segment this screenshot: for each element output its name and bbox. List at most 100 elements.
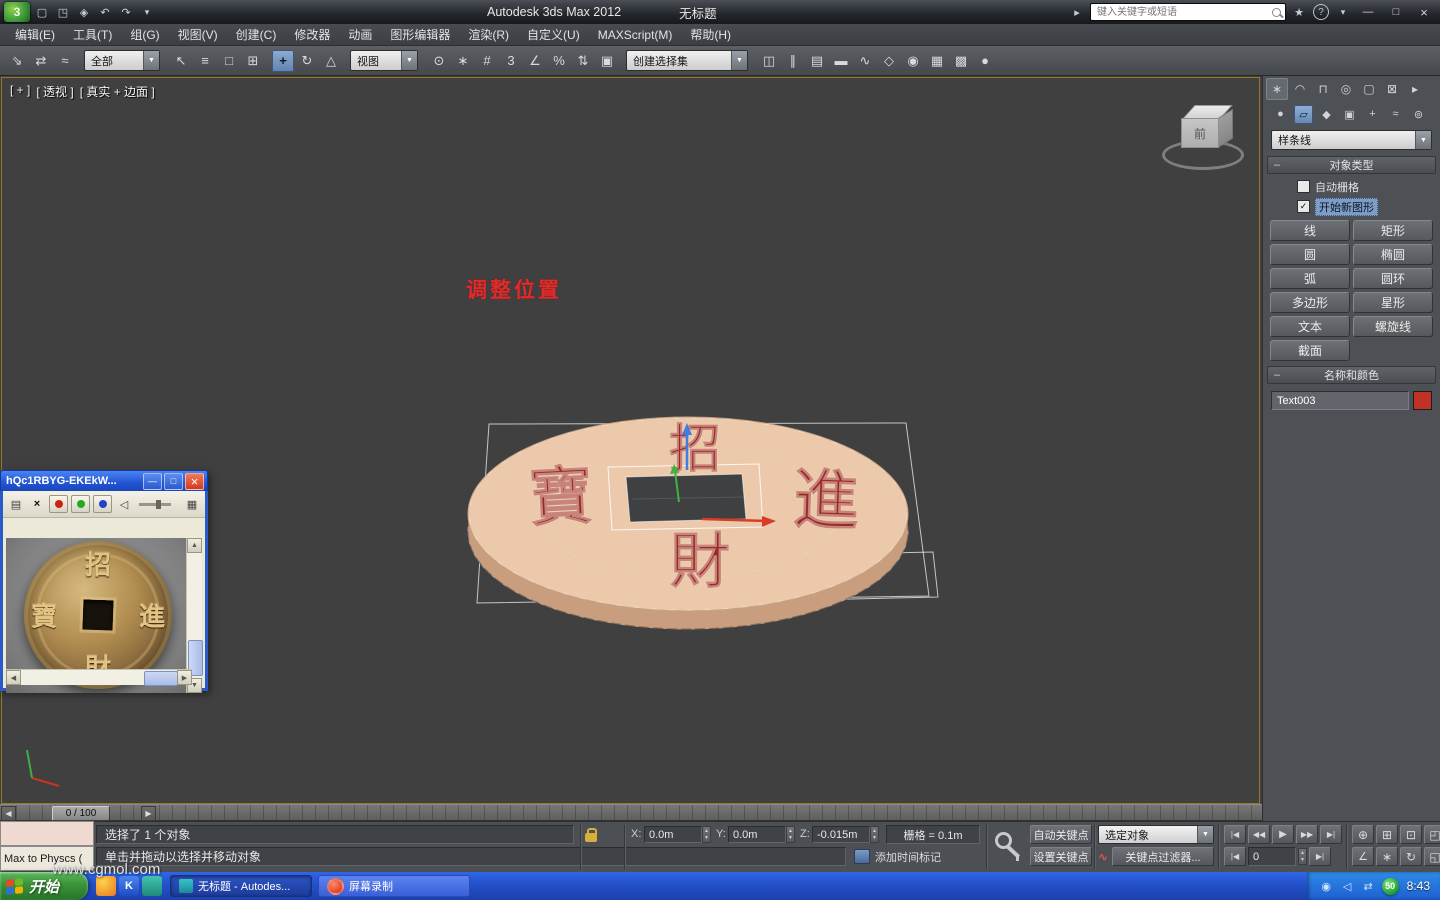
select-link-icon[interactable]: ⇘ xyxy=(6,50,28,72)
geometry-category-icon[interactable]: ● xyxy=(1271,105,1290,124)
close-button[interactable] xyxy=(1412,3,1436,21)
perspective-viewport[interactable]: 招 寶 進 財 [ + ] [ 透视 ] [ 真实 + 边面 ] 调整位置 前 xyxy=(1,77,1260,804)
lights-category-icon[interactable]: ◆ xyxy=(1317,105,1336,124)
menu-item[interactable]: 修改器 xyxy=(285,24,339,46)
undo-icon[interactable] xyxy=(96,3,114,21)
menu-item[interactable]: 组(G) xyxy=(121,24,168,46)
next-key-icon[interactable] xyxy=(1296,825,1318,844)
expand-panel-icon[interactable]: ▸ xyxy=(1404,78,1426,100)
select-by-name-icon[interactable]: ≡ xyxy=(194,50,216,72)
taskbar-task-screen-recorder[interactable]: 屏幕录制 xyxy=(318,875,470,897)
use-pivot-center-icon[interactable]: ⊙ xyxy=(428,50,450,72)
edit-named-sets-icon[interactable]: ▣ xyxy=(596,50,618,72)
tray-clock[interactable]: 8:43 xyxy=(1407,879,1430,893)
previous-frame-button[interactable] xyxy=(1224,847,1246,866)
spacewarps-category-icon[interactable]: ≈ xyxy=(1386,105,1405,124)
redo-icon[interactable] xyxy=(117,3,135,21)
display-tab-icon[interactable]: ▢ xyxy=(1358,78,1380,100)
current-frame-field[interactable]: 0 xyxy=(1248,847,1296,866)
viewport-scene[interactable]: 招 寶 進 財 xyxy=(2,78,1259,803)
quick-access-dropdown-icon[interactable] xyxy=(138,3,156,21)
material-editor-icon[interactable]: ◉ xyxy=(902,50,924,72)
spinner-snap-icon[interactable]: ⇅ xyxy=(572,50,594,72)
object-category-dropdown[interactable]: 样条线 xyxy=(1271,130,1432,150)
curve-editor-icon[interactable]: ∿ xyxy=(854,50,876,72)
shape-button[interactable]: 截面 xyxy=(1270,340,1350,361)
tray-volume-icon[interactable]: ◁ xyxy=(1340,879,1355,894)
player-minimize-button[interactable] xyxy=(143,472,162,490)
previous-frame-icon[interactable] xyxy=(1,806,16,821)
set-key-icon[interactable] xyxy=(994,831,1024,863)
select-rotate-icon[interactable]: ↻ xyxy=(296,50,318,72)
motion-tab-icon[interactable]: ◎ xyxy=(1335,78,1357,100)
object-name-field[interactable]: Text003 xyxy=(1271,391,1409,410)
time-slider[interactable]: 0 / 100 xyxy=(0,804,1262,821)
keyboard-override-icon[interactable]: # xyxy=(476,50,498,72)
shape-button[interactable]: 弧 xyxy=(1270,268,1350,289)
record-blue-button[interactable] xyxy=(93,495,112,513)
z-coord-spinner[interactable] xyxy=(870,826,879,843)
zoom-region-icon[interactable] xyxy=(1424,825,1440,844)
horizontal-scroll-thumb[interactable] xyxy=(144,671,178,686)
record-red-button[interactable] xyxy=(49,495,68,513)
autogrid-checkbox[interactable] xyxy=(1297,180,1310,193)
viewport-menu-shading[interactable]: [ 真实 + 边面 ] xyxy=(80,83,155,100)
shape-button[interactable]: 多边形 xyxy=(1270,292,1350,313)
go-to-end-icon[interactable] xyxy=(1320,825,1342,844)
selection-filter-dropdown[interactable]: 全部 xyxy=(84,50,160,71)
next-frame-button[interactable] xyxy=(1309,847,1331,866)
viewcube-front-face[interactable]: 前 xyxy=(1181,118,1219,148)
shape-button[interactable]: 文本 xyxy=(1270,316,1350,337)
bind-to-spacewarp-icon[interactable]: ≈ xyxy=(54,50,76,72)
new-file-icon[interactable] xyxy=(33,3,51,21)
key-filters-button[interactable]: 关键点过滤器... xyxy=(1112,847,1214,866)
tray-network-icon[interactable]: ◉ xyxy=(1319,879,1334,894)
shape-button[interactable]: 圆环 xyxy=(1353,268,1433,289)
render-production-icon[interactable]: ● xyxy=(974,50,996,72)
menu-item[interactable]: 创建(C) xyxy=(227,24,286,46)
previous-key-icon[interactable] xyxy=(1248,825,1270,844)
play-icon[interactable] xyxy=(1272,825,1294,844)
snap-toggle-3d-icon[interactable]: 3 xyxy=(500,50,522,72)
layer-manager-icon[interactable]: ▤ xyxy=(806,50,828,72)
zoom-icon[interactable] xyxy=(1352,825,1374,844)
menu-item[interactable]: 工具(T) xyxy=(64,24,121,46)
select-manipulate-icon[interactable]: ∗ xyxy=(452,50,474,72)
hierarchy-tab-icon[interactable]: ⊓ xyxy=(1312,78,1334,100)
quick-launch-icon[interactable] xyxy=(96,876,116,896)
viewport-menu-plus[interactable]: [ + ] xyxy=(10,83,30,100)
horizontal-scrollbar[interactable]: ◀ ▶ xyxy=(6,669,192,686)
search-box[interactable] xyxy=(1090,3,1286,21)
auto-key-button[interactable]: 自动关键点 xyxy=(1030,825,1092,844)
select-object-icon[interactable]: ↖ xyxy=(170,50,192,72)
time-slider-track[interactable] xyxy=(16,805,1258,820)
go-to-start-icon[interactable] xyxy=(1224,825,1246,844)
minimize-button[interactable] xyxy=(1356,3,1380,21)
percent-snap-icon[interactable]: % xyxy=(548,50,570,72)
select-scale-icon[interactable]: △ xyxy=(320,50,342,72)
field-of-view-icon[interactable] xyxy=(1352,847,1374,866)
viewcube[interactable]: 前 xyxy=(1160,98,1246,172)
favorites-icon[interactable] xyxy=(1290,3,1308,21)
systems-category-icon[interactable]: ⊚ xyxy=(1409,105,1428,124)
menu-item[interactable]: 图形编辑器 xyxy=(381,24,459,46)
object-color-swatch[interactable] xyxy=(1413,391,1432,410)
start-new-shape-checkbox[interactable] xyxy=(1297,200,1310,213)
y-coord-field[interactable]: 0.0m xyxy=(728,826,786,843)
reference-coordinate-dropdown[interactable]: 视图 xyxy=(350,50,418,71)
maximize-button[interactable] xyxy=(1384,3,1408,21)
set-key-button[interactable]: 设置关键点 xyxy=(1030,847,1092,866)
angle-snap-icon[interactable]: ∠ xyxy=(524,50,546,72)
menu-item[interactable]: 编辑(E) xyxy=(6,24,64,46)
help-dropdown-icon[interactable] xyxy=(1334,3,1352,21)
maximize-viewport-icon[interactable] xyxy=(1424,847,1440,866)
x-coord-field[interactable]: 0.0m xyxy=(644,826,702,843)
mirror-icon[interactable]: ◫ xyxy=(758,50,780,72)
stop-icon[interactable]: × xyxy=(28,496,46,513)
select-move-icon[interactable]: + xyxy=(272,49,294,72)
quick-launch-icon[interactable] xyxy=(142,876,162,896)
search-icon[interactable] xyxy=(1272,7,1281,17)
record-green-button[interactable] xyxy=(71,495,90,513)
volume-slider[interactable] xyxy=(139,499,171,509)
utilities-tab-icon[interactable]: ⊠ xyxy=(1381,78,1403,100)
